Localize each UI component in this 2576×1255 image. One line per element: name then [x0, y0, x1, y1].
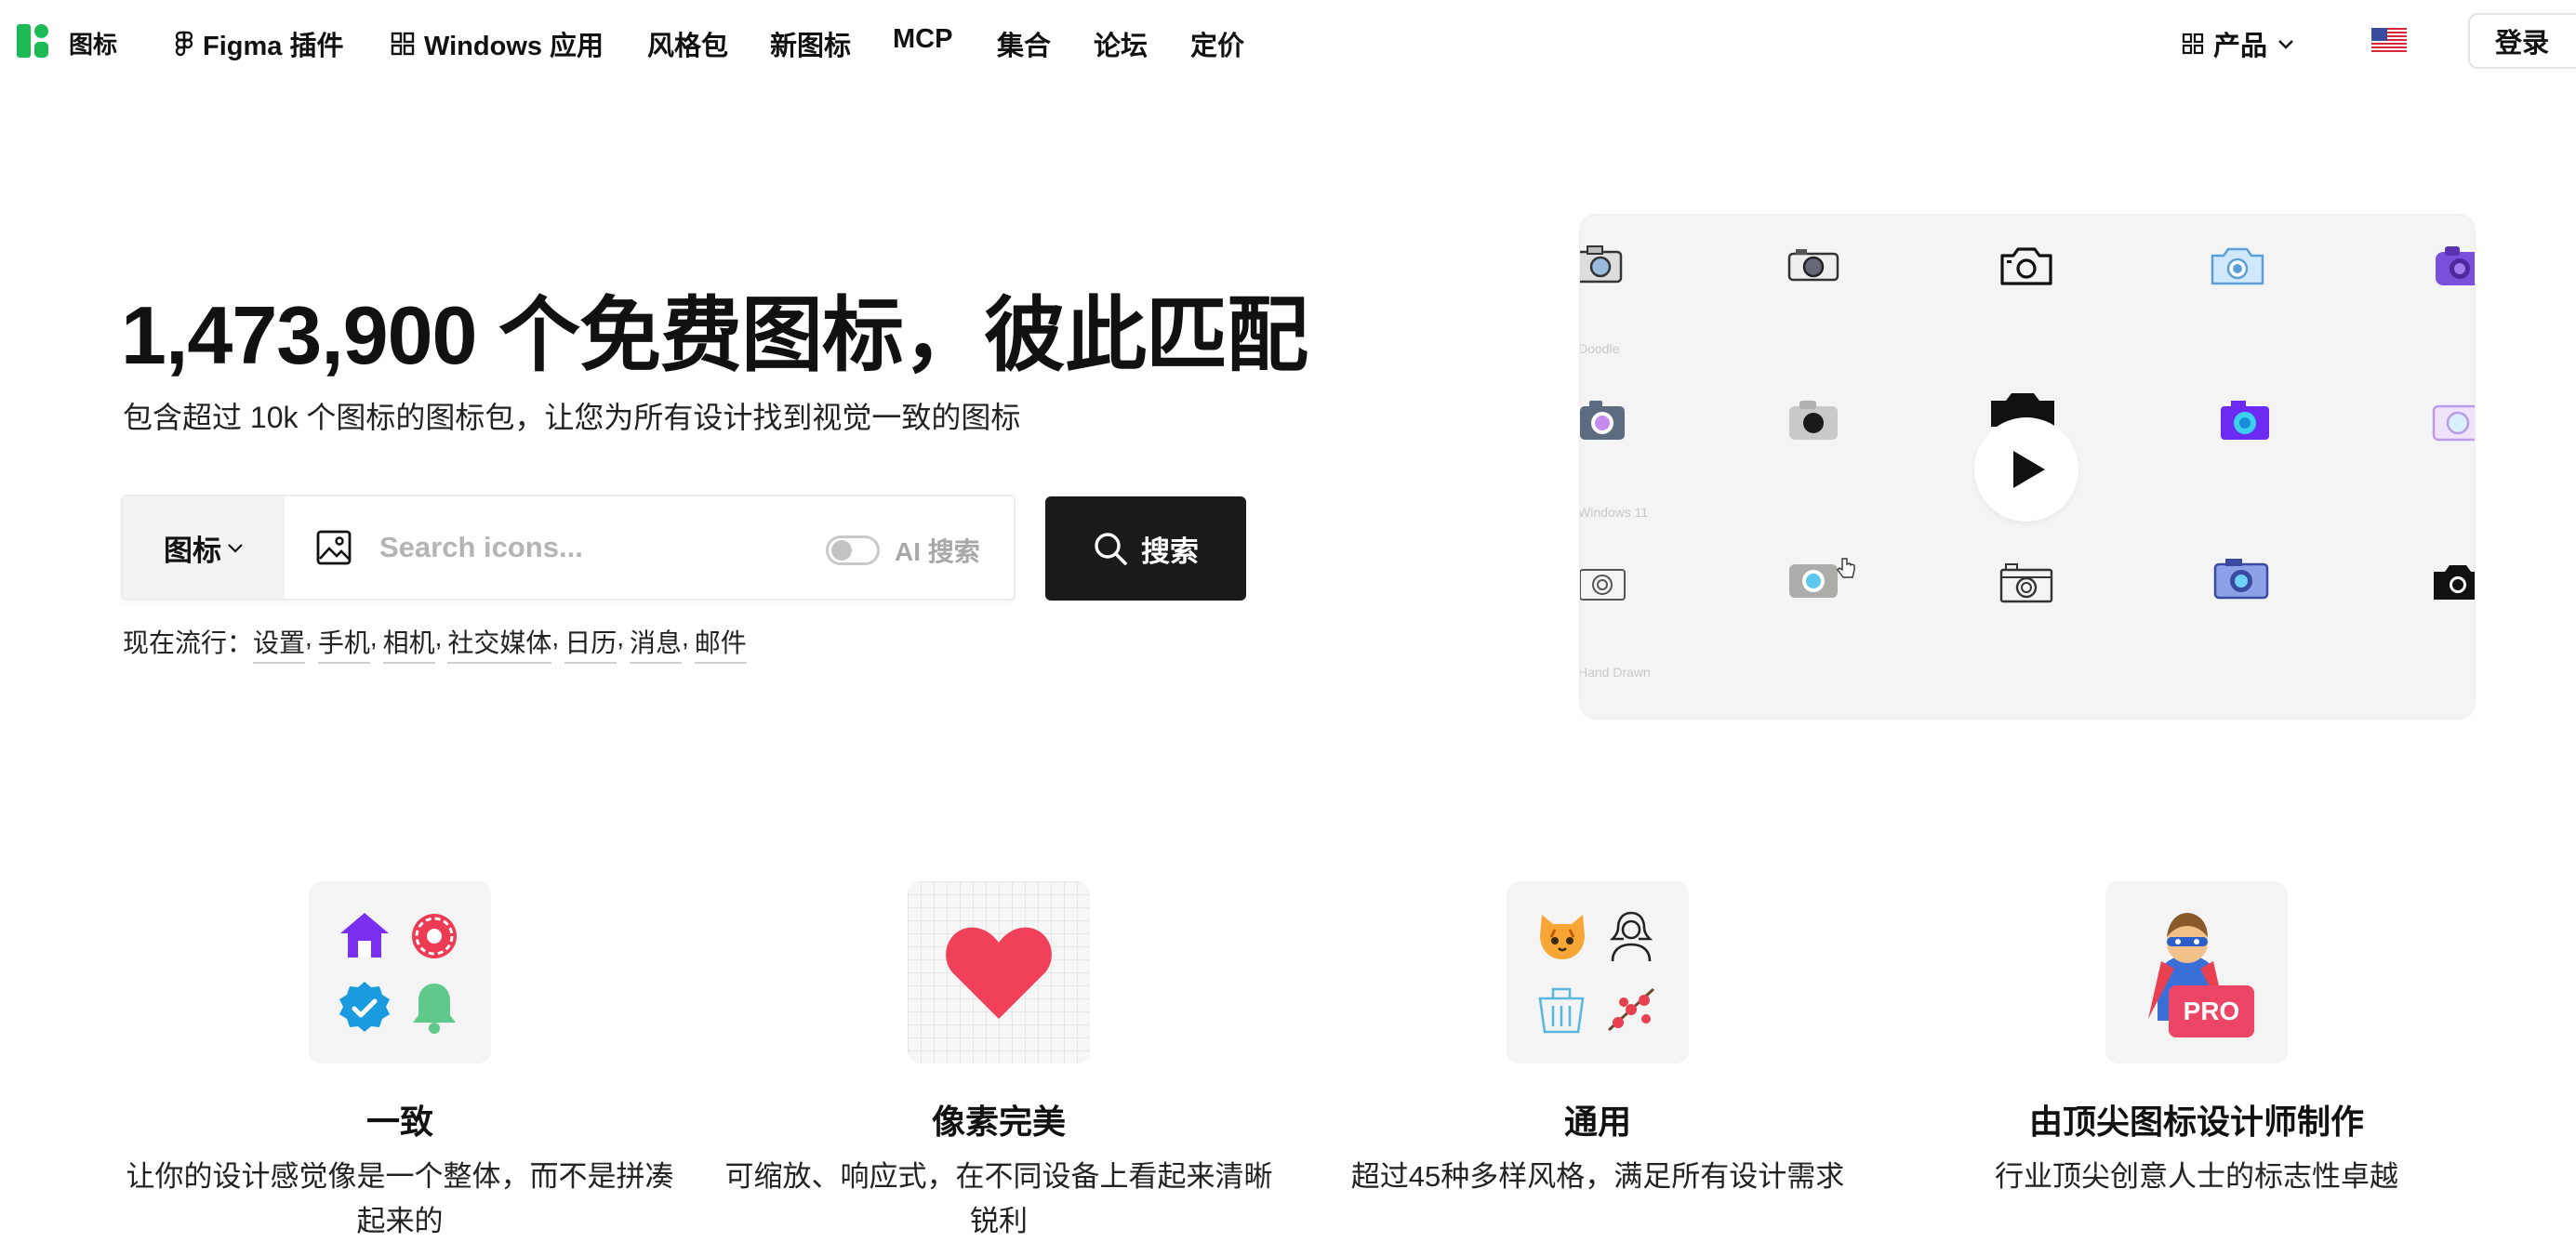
cat-face-icon [1540, 915, 1585, 959]
camera-icon [1789, 401, 1838, 440]
nav-style-packs[interactable]: 风格包 [647, 24, 728, 63]
nav-windows-app-label: Windows 应用 [424, 32, 604, 61]
image-search-icon[interactable] [316, 530, 352, 565]
nav-new-icons-label: 新图标 [770, 32, 852, 61]
nav-windows-app[interactable]: Windows 应用 [391, 24, 604, 63]
camera-icon [2434, 565, 2475, 600]
login-button[interactable]: 登录 [2468, 13, 2576, 69]
feature-title: 一致 [365, 1103, 433, 1141]
feature-description: 超过45种多样风格，满足所有设计需求 [1350, 1160, 1845, 1193]
feature-description: 让你的设计感觉像是一个整体，而不是拼凑起来的 [126, 1160, 674, 1237]
feature-tile-consistent [309, 881, 491, 1063]
nav-forum-label: 论坛 [1094, 32, 1149, 61]
trending-link[interactable]: 社交媒体 [447, 623, 552, 664]
hand-cursor-icon [1837, 558, 1855, 578]
search-button-label: 搜索 [1141, 535, 1199, 568]
trending-link[interactable]: 日历 [564, 623, 617, 664]
bell-icon [413, 984, 456, 1034]
camera-icon [2432, 404, 2475, 442]
gear-icon [412, 914, 457, 958]
house-icon [340, 913, 389, 958]
trending-link[interactable]: 相机 [382, 623, 435, 664]
nav-figma-plugin[interactable]: Figma 插件 [175, 24, 343, 63]
styles-preview-video[interactable]: Doodle Windows 11 Hand Drawn [1579, 214, 2476, 720]
cherry-blossom-branch-icon [1607, 987, 1655, 1032]
grid-icon [391, 32, 415, 56]
feature-tile-pixel-perfect [908, 881, 1090, 1063]
nav-collections[interactable]: 集合 [997, 24, 1051, 63]
trending-searches: 现在流行： 设置, 手机, 相机, 社交媒体, 日历, 消息, 邮件 [123, 623, 747, 664]
camera-icon [2221, 401, 2269, 440]
nav-forum[interactable]: 论坛 [1094, 24, 1148, 63]
feature-title: 像素完美 [931, 1103, 1066, 1141]
camera-icon [1789, 564, 1838, 598]
pro-badge-label: PRO [2183, 997, 2240, 1025]
grid-icon [2182, 33, 2204, 55]
nav-mcp-label: MCP [893, 24, 953, 54]
chevron-down-icon [2278, 40, 2293, 49]
chevron-down-icon [228, 544, 243, 553]
search-button[interactable]: 搜索 [1045, 496, 1246, 601]
camera-icon [2436, 246, 2475, 285]
feature-description: 可缩放、响应式，在不同设备上看起来清晰锐利 [724, 1160, 1273, 1237]
feature-tile-universal [1507, 881, 1689, 1063]
trending-link[interactable]: 邮件 [694, 623, 747, 664]
camera-icon [2211, 247, 2264, 285]
nav-style-packs-label: 风格包 [647, 32, 729, 61]
nav-products-label: 产品 [2213, 32, 2268, 61]
feature-tile-pro-designers: PRO [2105, 881, 2288, 1063]
camera-icon [1580, 401, 1625, 440]
feature-description: 行业顶尖创意人士的标志性卓越 [1995, 1160, 2398, 1193]
camera-icon [1999, 563, 2053, 603]
verified-badge-icon [339, 982, 390, 1032]
search-box: 图标 AI 搜索 [121, 495, 1016, 601]
brand-name[interactable]: 图标 [69, 26, 117, 60]
trending-link[interactable]: 手机 [317, 623, 370, 664]
pro-badge: PRO [2169, 985, 2254, 1037]
search-type-dropdown[interactable]: 图标 [123, 496, 285, 599]
hero-subtitle: 包含超过 10k 个图标的图标包，让您为所有设计找到视觉一致的图标 [123, 401, 1021, 434]
us-flag-icon[interactable] [2371, 28, 2407, 52]
icons8-logo-icon[interactable] [17, 24, 52, 58]
trending-prefix: 现在流行： [123, 628, 254, 657]
figma-icon [175, 31, 193, 57]
feature-title: 由顶尖图标设计师制作 [2028, 1103, 2364, 1141]
nav-pricing-label: 定价 [1190, 32, 1245, 61]
nav-pricing[interactable]: 定价 [1190, 24, 1244, 63]
style-label: Doodle [1579, 341, 1620, 356]
nav-mcp[interactable]: MCP [893, 24, 952, 55]
nav-figma-plugin-label: Figma 插件 [203, 32, 344, 61]
search-icon [1095, 533, 1127, 565]
hero-title: 1,473,900 个免费图标，彼此匹配 [121, 289, 1308, 381]
camera-icon [2213, 559, 2269, 600]
nav-products-dropdown[interactable]: 产品 [2182, 24, 2295, 63]
ai-search-toggle[interactable] [826, 535, 880, 565]
camera-icon [1580, 569, 1626, 601]
search-type-label: 图标 [164, 534, 221, 567]
camera-icon [1787, 249, 1839, 282]
heart-icon [946, 927, 1052, 1019]
trending-link[interactable]: 消息 [630, 623, 683, 664]
nav-new-icons[interactable]: 新图标 [770, 24, 851, 63]
nav-collections-label: 集合 [997, 32, 1052, 61]
basket-icon [1538, 987, 1585, 1034]
woman-avatar-icon [1609, 911, 1653, 962]
ai-search-label: AI 搜索 [895, 537, 980, 566]
camera-icon [1580, 245, 1623, 284]
top-nav: 图标 Figma 插件 Windows 应用 风格包 新图标 MCP 集合 论坛… [0, 0, 2576, 82]
search-input[interactable] [379, 522, 817, 573]
play-button[interactable] [1974, 417, 2078, 522]
trending-link[interactable]: 设置 [253, 623, 306, 664]
style-label: Hand Drawn [1579, 665, 1651, 680]
camera-icon [2000, 247, 2052, 285]
feature-title: 通用 [1563, 1103, 1631, 1141]
play-icon [2013, 451, 2045, 488]
style-label: Windows 11 [1579, 505, 1649, 520]
